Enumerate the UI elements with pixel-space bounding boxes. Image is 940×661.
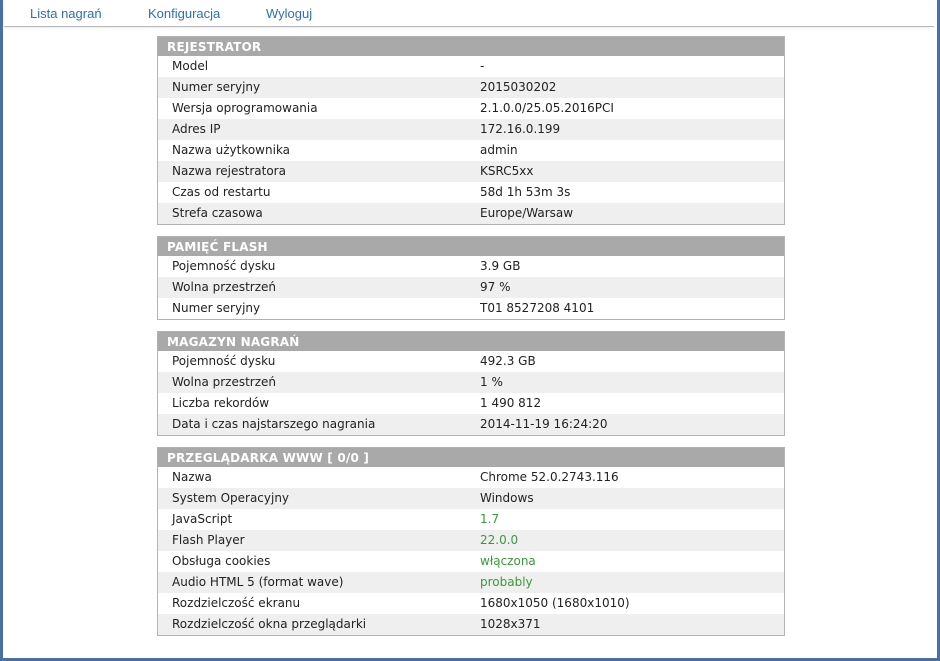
info-label: Wersja oprogramowania bbox=[172, 101, 318, 115]
info-row: Audio HTML 5 (format wave) probably bbox=[158, 572, 784, 593]
info-value: włączona bbox=[480, 554, 536, 568]
info-label: Adres IP bbox=[172, 122, 221, 136]
info-value: 2.1.0.0/25.05.2016PCI bbox=[480, 101, 614, 115]
top-navigation: Lista nagrań Konfiguracja Wyloguj bbox=[4, 0, 934, 27]
info-row: Rozdzielczość okna przeglądarki 1028x371 bbox=[158, 614, 784, 635]
info-label: Audio HTML 5 (format wave) bbox=[172, 575, 344, 589]
info-value: 172.16.0.199 bbox=[480, 122, 561, 136]
info-value: 2015030202 bbox=[480, 80, 557, 94]
info-row: Nazwa Chrome 52.0.2743.116 bbox=[158, 467, 784, 488]
info-label: JavaScript bbox=[172, 512, 233, 526]
info-value: 97 % bbox=[480, 280, 511, 294]
info-value: 1.7 bbox=[480, 512, 500, 526]
info-label: Pojemność dysku bbox=[172, 354, 276, 368]
info-value: 1 490 812 bbox=[480, 396, 542, 410]
info-label: Data i czas najstarszego nagrania bbox=[172, 417, 376, 431]
window-frame-left bbox=[0, 0, 3, 661]
info-row: Numer seryjny T01 8527208 4101 bbox=[158, 298, 784, 319]
info-row: Nazwa rejestratora KSRC5xx bbox=[158, 161, 784, 182]
info-row: Nazwa użytkownika admin bbox=[158, 140, 784, 161]
info-label: Numer seryjny bbox=[172, 301, 261, 315]
info-row: Liczba rekordów 1 490 812 bbox=[158, 393, 784, 414]
info-panel: PAMIĘĆ FLASH Pojemność dysku 3.9 GB Wolna p… bbox=[157, 236, 785, 320]
info-row: Adres IP 172.16.0.199 bbox=[158, 119, 784, 140]
info-value: 3.9 GB bbox=[480, 259, 521, 273]
panel-title: MAGAZYN NAGRAŃ bbox=[158, 332, 784, 351]
info-row: Czas od restartu 58d 1h 53m 3s bbox=[158, 182, 784, 203]
info-label: System Operacyjny bbox=[172, 491, 290, 505]
info-row: Pojemność dysku 3.9 GB bbox=[158, 256, 784, 277]
nav-recordings-link[interactable]: Lista nagrań bbox=[30, 6, 102, 21]
info-label: Strefa czasowa bbox=[172, 206, 263, 220]
info-panel: MAGAZYN NAGRAŃ Pojemność dysku 492.3 GB Wol… bbox=[157, 331, 785, 436]
info-value: 22.0.0 bbox=[480, 533, 519, 547]
info-row: Strefa czasowa Europe/Warsaw bbox=[158, 203, 784, 224]
info-row: System Operacyjny Windows bbox=[158, 488, 784, 509]
info-panel: REJESTRATOR Model - Numer seryjny 2015030202… bbox=[157, 36, 785, 225]
info-value: - bbox=[480, 59, 485, 73]
info-value: Europe/Warsaw bbox=[480, 206, 574, 220]
info-label: Nazwa bbox=[172, 470, 212, 484]
info-value: Windows bbox=[480, 491, 534, 505]
info-row: Data i czas najstarszego nagrania 2014-11… bbox=[158, 414, 784, 435]
info-row: Obsługa cookies włączona bbox=[158, 551, 784, 572]
info-label: Pojemność dysku bbox=[172, 259, 276, 273]
info-label: Czas od restartu bbox=[172, 185, 271, 199]
info-value: 1 % bbox=[480, 375, 503, 389]
info-row: Wersja oprogramowania 2.1.0.0/25.05.2016P… bbox=[158, 98, 784, 119]
info-label: Nazwa użytkownika bbox=[172, 143, 291, 157]
info-row: Model - bbox=[158, 56, 784, 77]
status-content: REJESTRATOR Model - Numer seryjny 2015030202… bbox=[157, 36, 785, 647]
panel-title: PAMIĘĆ FLASH bbox=[158, 237, 784, 256]
info-value: admin bbox=[480, 143, 518, 157]
info-row: Rozdzielczość ekranu 1680x1050 (1680x1010… bbox=[158, 593, 784, 614]
info-label: Rozdzielczość okna przeglądarki bbox=[172, 617, 367, 631]
info-row: Wolna przestrzeń 1 % bbox=[158, 372, 784, 393]
info-row: Numer seryjny 2015030202 bbox=[158, 77, 784, 98]
info-row: Pojemność dysku 492.3 GB bbox=[158, 351, 784, 372]
info-row: JavaScript 1.7 bbox=[158, 509, 784, 530]
info-label: Wolna przestrzeń bbox=[172, 375, 277, 389]
nav-config-link[interactable]: Konfiguracja bbox=[148, 6, 220, 21]
nav-logout-link[interactable]: Wyloguj bbox=[266, 6, 312, 21]
info-label: Numer seryjny bbox=[172, 80, 261, 94]
panel-title: PRZEGLĄDARKA WWW [ 0/0 ] bbox=[158, 448, 784, 467]
info-label: Wolna przestrzeń bbox=[172, 280, 277, 294]
info-row: Flash Player 22.0.0 bbox=[158, 530, 784, 551]
info-value: 492.3 GB bbox=[480, 354, 536, 368]
info-value: 2014-11-19 16:24:20 bbox=[480, 417, 608, 431]
info-value: KSRC5xx bbox=[480, 164, 534, 178]
info-label: Model bbox=[172, 59, 209, 73]
info-value: probably bbox=[480, 575, 533, 589]
info-label: Obsługa cookies bbox=[172, 554, 271, 568]
info-value: T01 8527208 4101 bbox=[480, 301, 595, 315]
panel-title: REJESTRATOR bbox=[158, 37, 784, 56]
info-label: Rozdzielczość ekranu bbox=[172, 596, 301, 610]
info-label: Liczba rekordów bbox=[172, 396, 270, 410]
info-value: 58d 1h 53m 3s bbox=[480, 185, 571, 199]
info-row: Wolna przestrzeń 97 % bbox=[158, 277, 784, 298]
info-label: Flash Player bbox=[172, 533, 245, 547]
info-label: Nazwa rejestratora bbox=[172, 164, 286, 178]
info-value: 1028x371 bbox=[480, 617, 541, 631]
info-value: Chrome 52.0.2743.116 bbox=[480, 470, 619, 484]
info-value: 1680x1050 (1680x1010) bbox=[480, 596, 630, 610]
info-panel: PRZEGLĄDARKA WWW [ 0/0 ] Nazwa Chrome 52.0… bbox=[157, 447, 785, 636]
